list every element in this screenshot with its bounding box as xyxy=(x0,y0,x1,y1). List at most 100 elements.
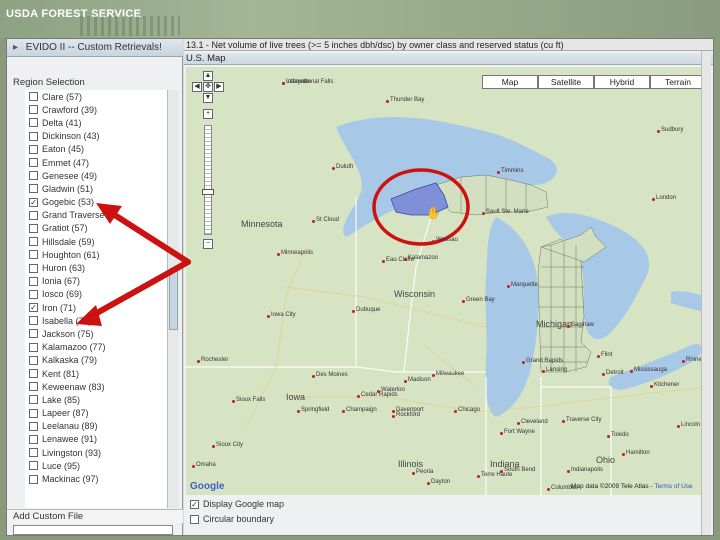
custom-file-input[interactable] xyxy=(13,525,173,535)
county-label: Genesee (49) xyxy=(42,170,98,181)
county-row[interactable]: ✓ Iron (71) xyxy=(25,301,167,314)
county-row[interactable]: Leelanau (89) xyxy=(25,420,167,433)
county-checkbox[interactable] xyxy=(29,355,38,365)
display-google-map-option[interactable]: ✓ Display Google map xyxy=(190,497,284,511)
pan-down-icon[interactable]: ▼ xyxy=(203,93,213,103)
county-checkbox[interactable] xyxy=(29,382,38,392)
map-type-hybrid-button[interactable]: Hybrid xyxy=(594,75,650,89)
county-row[interactable]: Crawford (39) xyxy=(25,103,167,116)
county-row[interactable]: Hillsdale (59) xyxy=(25,235,167,248)
county-checkbox[interactable] xyxy=(29,250,38,260)
county-row[interactable]: Huron (63) xyxy=(25,261,167,274)
google-map[interactable]: ✋ Map Satellite Hybrid Terrain ▲ ◀ ✥ ▶ ▼… xyxy=(186,67,711,495)
zoom-slider-track[interactable] xyxy=(204,125,212,235)
county-checkbox[interactable] xyxy=(29,171,38,181)
county-row[interactable]: Mackinac (97) xyxy=(25,472,167,485)
county-checkbox[interactable] xyxy=(29,289,38,299)
map-canvas[interactable]: ✋ xyxy=(186,67,711,495)
county-row[interactable]: Houghton (61) xyxy=(25,248,167,261)
county-checkbox[interactable] xyxy=(29,434,38,444)
county-list-scrollbar[interactable] xyxy=(167,90,179,508)
county-row[interactable]: ✓ Gogebic (53) xyxy=(25,196,167,209)
county-checkbox[interactable] xyxy=(29,118,38,128)
terms-of-use-link[interactable]: Terms of Use xyxy=(654,483,692,490)
county-checkbox[interactable] xyxy=(29,329,38,339)
county-checkbox[interactable] xyxy=(29,223,38,233)
county-row[interactable]: Gladwin (51) xyxy=(25,182,167,195)
county-checkbox[interactable] xyxy=(29,448,38,458)
county-label: Lake (85) xyxy=(42,394,81,405)
county-checkbox[interactable] xyxy=(29,316,38,326)
county-row[interactable]: Kalamazoo (77) xyxy=(25,341,167,354)
zoom-out-icon[interactable]: − xyxy=(203,239,213,249)
pan-right-icon[interactable]: ▶ xyxy=(214,82,224,92)
county-checkbox[interactable] xyxy=(29,395,38,405)
county-checkbox[interactable] xyxy=(29,131,38,141)
county-label: Crawford (39) xyxy=(42,104,98,115)
county-row[interactable]: Emmet (47) xyxy=(25,156,167,169)
circular-boundary-checkbox[interactable] xyxy=(190,514,199,524)
county-row[interactable]: Kalkaska (79) xyxy=(25,354,167,367)
county-row[interactable]: Isabella (73) xyxy=(25,314,167,327)
pan-left-icon[interactable]: ◀ xyxy=(192,82,202,92)
county-row[interactable]: Delta (41) xyxy=(25,116,167,129)
right-panel-scrollbar[interactable] xyxy=(701,51,711,535)
city-marker-icon xyxy=(377,390,380,393)
county-checkbox[interactable]: ✓ xyxy=(29,303,38,313)
county-checkbox[interactable] xyxy=(29,144,38,154)
county-list[interactable]: Clare (57) Crawford (39) Delta (41) Dickins… xyxy=(25,90,167,508)
county-row[interactable]: Grand Traverse xyxy=(25,209,167,222)
county-row[interactable]: Dickinson (43) xyxy=(25,130,167,143)
county-checkbox[interactable] xyxy=(29,276,38,286)
pan-center-icon[interactable]: ✥ xyxy=(203,82,213,92)
scrollbar-thumb[interactable] xyxy=(169,270,178,330)
city-label: Milwaukee xyxy=(436,371,465,377)
collapse-icon[interactable]: ▸ xyxy=(13,39,23,57)
city-label: Indianapolis xyxy=(571,467,604,473)
county-checkbox[interactable] xyxy=(29,92,38,102)
county-checkbox[interactable]: ✓ xyxy=(29,197,38,207)
county-row[interactable]: Livingston (93) xyxy=(25,446,167,459)
county-checkbox[interactable] xyxy=(29,408,38,418)
tree-silhouette-decoration xyxy=(80,16,180,36)
county-checkbox[interactable] xyxy=(29,263,38,273)
county-checkbox[interactable] xyxy=(29,474,38,484)
county-checkbox[interactable] xyxy=(29,461,38,471)
pan-up-icon[interactable]: ▲ xyxy=(203,71,213,81)
zoom-in-icon[interactable]: + xyxy=(203,109,213,119)
county-checkbox[interactable] xyxy=(29,210,38,220)
left-panel-title[interactable]: ▸ EVIDO II -- Custom Retrievals! xyxy=(7,39,183,57)
zoom-slider-thumb[interactable] xyxy=(202,189,214,195)
county-checkbox[interactable] xyxy=(29,158,38,168)
county-row[interactable]: Lenawee (91) xyxy=(25,433,167,446)
county-row[interactable]: Genesee (49) xyxy=(25,169,167,182)
city-marker-icon xyxy=(657,130,660,133)
map-type-satellite-button[interactable]: Satellite xyxy=(538,75,594,89)
display-google-map-checkbox[interactable]: ✓ xyxy=(190,499,199,509)
city-label: Sudbury xyxy=(661,127,684,133)
county-row[interactable]: Ionia (67) xyxy=(25,275,167,288)
county-checkbox[interactable] xyxy=(29,105,38,115)
county-row[interactable]: Kent (81) xyxy=(25,367,167,380)
county-row[interactable]: Lapeer (87) xyxy=(25,407,167,420)
county-row[interactable]: Lake (85) xyxy=(25,393,167,406)
county-row[interactable]: Eaton (45) xyxy=(25,143,167,156)
header-banner: USDA FOREST SERVICE xyxy=(0,0,720,38)
county-checkbox[interactable] xyxy=(29,342,38,352)
county-label: Grand Traverse xyxy=(42,210,105,221)
county-checkbox[interactable] xyxy=(29,369,38,379)
county-checkbox[interactable] xyxy=(29,421,38,431)
county-row[interactable]: Jackson (75) xyxy=(25,327,167,340)
map-type-map-button[interactable]: Map xyxy=(482,75,538,89)
county-row[interactable]: Keweenaw (83) xyxy=(25,380,167,393)
county-row[interactable]: Clare (57) xyxy=(25,90,167,103)
county-row[interactable]: Gratiot (57) xyxy=(25,222,167,235)
county-row[interactable]: Iosco (69) xyxy=(25,288,167,301)
map-type-terrain-button[interactable]: Terrain xyxy=(650,75,706,89)
city-marker-icon xyxy=(497,171,500,174)
circular-boundary-option[interactable]: Circular boundary xyxy=(190,512,274,526)
county-checkbox[interactable] xyxy=(29,184,38,194)
city-label: Chicago xyxy=(458,407,481,413)
county-row[interactable]: Luce (95) xyxy=(25,459,167,472)
county-checkbox[interactable] xyxy=(29,237,38,247)
